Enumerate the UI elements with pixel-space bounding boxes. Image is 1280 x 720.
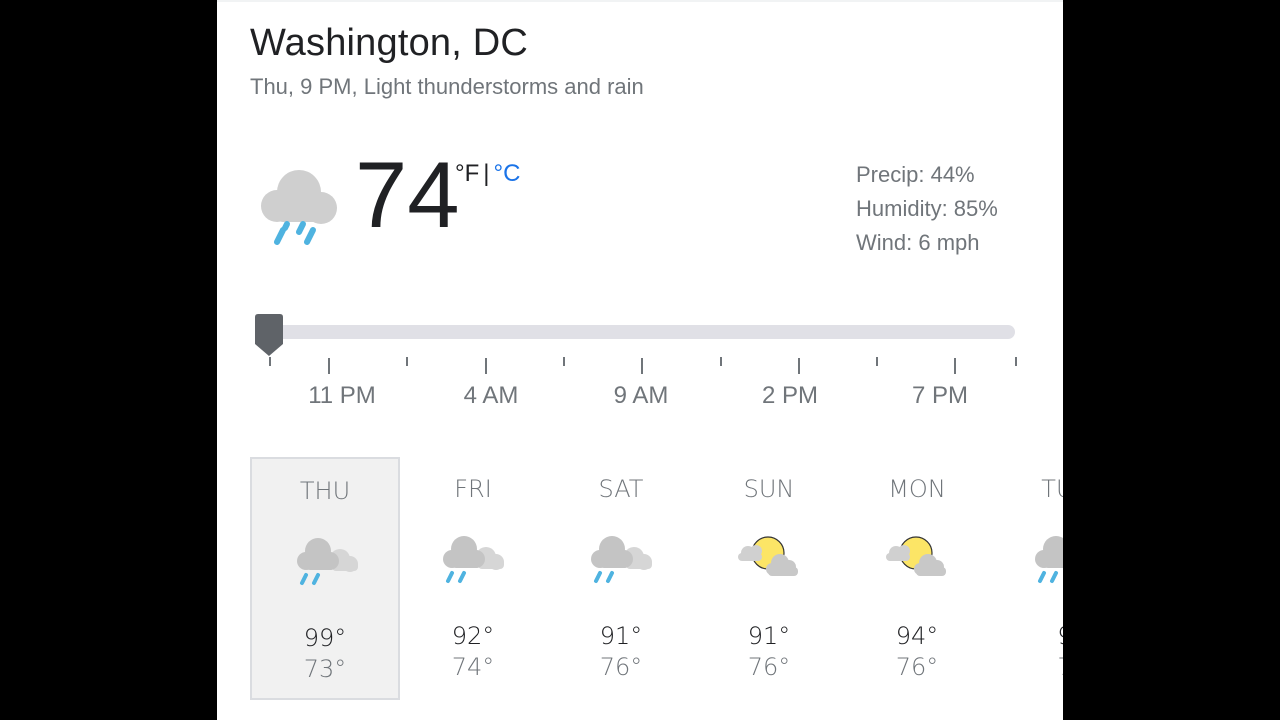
forecast-day-thu[interactable]: THU 99° 73° (250, 457, 400, 700)
timeline-label: 7 PM (911, 382, 969, 409)
forecast-day-name: SUN (743, 475, 795, 503)
top-divider (217, 0, 1063, 2)
timeline-tick (641, 358, 643, 374)
forecast-high-temp: 99° (303, 624, 347, 652)
timeline-tick (798, 358, 800, 374)
timeline-tick (954, 358, 956, 374)
forecast-day-tue[interactable]: TUE 9 7 (990, 457, 1063, 700)
forecast-low-temp: 73° (303, 655, 347, 683)
forecast-low-temp: 76° (747, 653, 791, 681)
timeline-tick (563, 357, 565, 366)
unit-separator: | (483, 160, 490, 187)
condition-subtitle: Thu, 9 PM, Light thunderstorms and rain (250, 74, 644, 99)
thunderstorm-icon (1030, 529, 1063, 585)
wind-value: Wind: 6 mph (856, 230, 980, 255)
forecast-low-temp: 76° (599, 653, 643, 681)
timeline-tick (1015, 357, 1017, 366)
thunderstorm-icon (586, 529, 656, 585)
location-title: Washington, DC (250, 22, 529, 64)
forecast-low-temp: 7 (990, 653, 1063, 681)
forecast-high-temp: 91° (599, 622, 643, 650)
unit-toggle: °F | °C (455, 160, 520, 188)
forecast-day-name: TUE (1041, 475, 1063, 503)
forecast-high-temp: 9 (990, 622, 1063, 650)
forecast-day-mon[interactable]: MON 94° 76° (842, 457, 992, 700)
fahrenheit-unit[interactable]: °F (455, 160, 479, 187)
timeline-tick (269, 357, 271, 366)
thunderstorm-icon (438, 529, 508, 585)
forecast-high-temp: 94° (895, 622, 939, 650)
forecast-high-temp: 92° (451, 622, 495, 650)
forecast-day-name: FRI (454, 475, 492, 503)
forecast-high-temp: 91° (747, 622, 791, 650)
weather-card: Washington, DC Thu, 9 PM, Light thunders… (217, 0, 1063, 720)
time-slider-handle[interactable] (251, 314, 287, 358)
timeline-label: 9 AM (613, 382, 669, 409)
forecast-day-sun[interactable]: SUN 91° 76° (694, 457, 844, 700)
forecast-day-fri[interactable]: FRI 92° 74° (398, 457, 548, 700)
rain-cloud-icon (261, 170, 337, 245)
celsius-unit-link[interactable]: °C (494, 160, 521, 187)
forecast-low-temp: 74° (451, 653, 495, 681)
current-temperature: 74 (355, 142, 460, 247)
time-slider-track[interactable] (255, 325, 1015, 339)
forecast-day-name: MON (888, 475, 946, 503)
forecast-day-name: SAT (598, 475, 644, 503)
timeline-tick (328, 358, 330, 374)
precip-value: Precip: 44% (856, 162, 975, 187)
partly-cloudy-icon (734, 529, 804, 585)
timeline-label: 11 PM (308, 382, 376, 409)
forecast-day-name: THU (299, 477, 351, 505)
weather-details: Precip: 44% Humidity: 85% Wind: 6 mph (856, 158, 998, 260)
timeline-tick (485, 358, 487, 374)
humidity-value: Humidity: 85% (856, 196, 998, 221)
timeline-tick (720, 357, 722, 366)
forecast-day-sat[interactable]: SAT 91° 76° (546, 457, 696, 700)
partly-cloudy-icon (882, 529, 952, 585)
timeline-tick (406, 357, 408, 366)
timeline-label: 4 AM (463, 382, 519, 409)
forecast-low-temp: 76° (895, 653, 939, 681)
timeline-tick (876, 357, 878, 366)
thunderstorm-icon (292, 531, 362, 587)
timeline-label: 2 PM (761, 382, 819, 409)
